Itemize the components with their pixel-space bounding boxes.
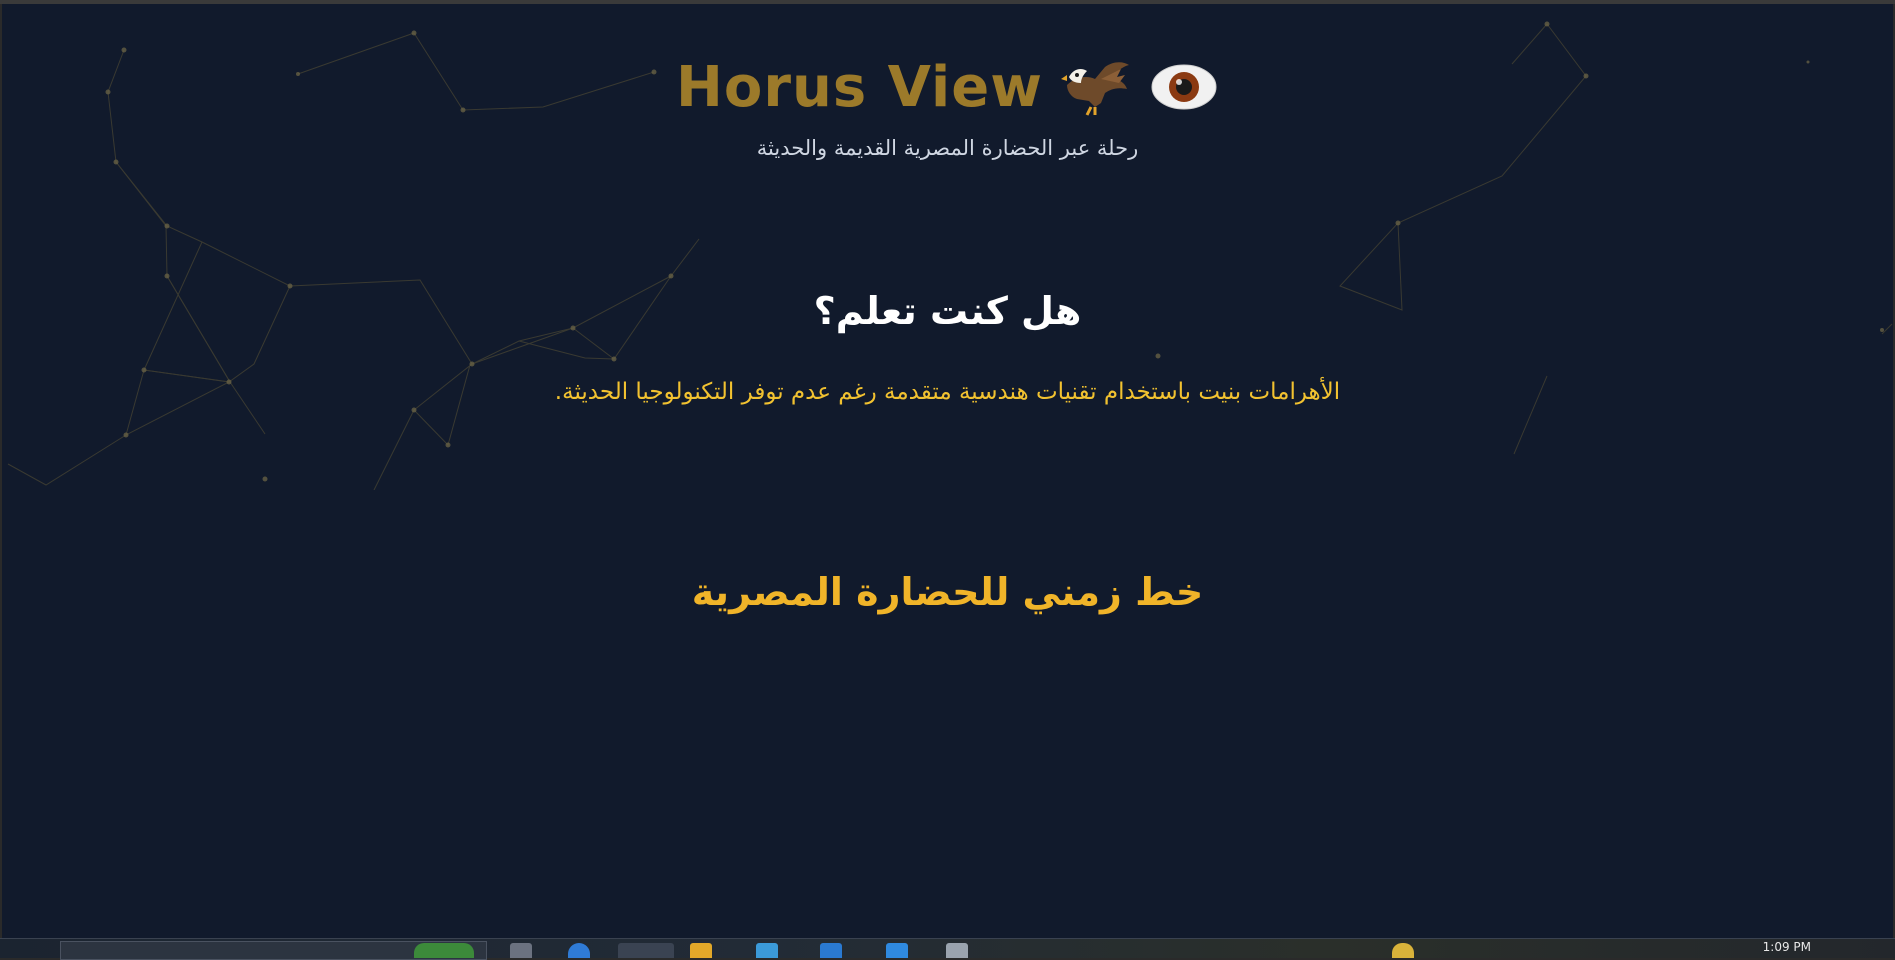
app-icon-2[interactable] [946,943,968,958]
brand-row: Horus View [2,44,1893,130]
timeline-title: خط زمني للحضارة المصرية [691,570,1204,614]
file-explorer-icon[interactable] [690,943,712,958]
vscode-icon[interactable] [820,943,842,958]
did-you-know-text: الأهرامات بنيت باستخدام تقنيات هندسية مت… [554,379,1341,405]
browser-page: Horus View رحلة عبر الحضارة المصرية القد… [2,4,1893,938]
brand-title[interactable]: Horus View [676,55,1043,120]
app-icon[interactable] [886,943,908,958]
did-you-know-title: هل كنت تعلم؟ [813,289,1082,333]
site-header: Horus View رحلة عبر الحضارة المصرية القد… [2,44,1893,160]
site-subtitle: رحلة عبر الحضارة المصرية القديمة والحديث… [756,136,1139,160]
weather-icon[interactable] [1392,943,1414,958]
task-view-icon[interactable] [510,943,532,958]
edge-icon[interactable] [568,943,590,958]
taskbar-clock[interactable]: 1:09 PM [1763,940,1811,954]
chrome-icon[interactable] [618,943,674,958]
eagle-icon [1060,55,1131,119]
eye-icon [1149,55,1219,119]
os-taskbar: 1:09 PM [0,938,1895,960]
widget-icon[interactable] [414,943,474,958]
store-icon[interactable] [756,943,778,958]
